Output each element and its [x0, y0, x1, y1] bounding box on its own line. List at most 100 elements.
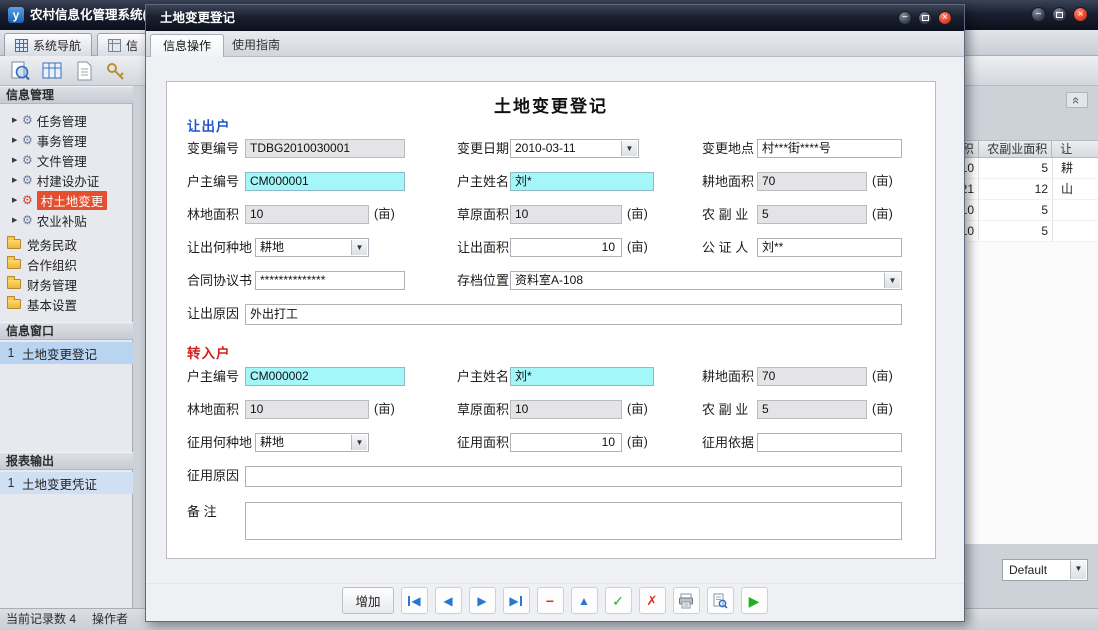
- close-button[interactable]: ×: [1073, 7, 1088, 22]
- column-header[interactable]: 让: [1051, 141, 1098, 157]
- sidebar-item-task-mgmt[interactable]: ▶ ⚙ 任务管理: [0, 110, 133, 130]
- sidebar-item-basic-settings[interactable]: 基本设置: [0, 294, 133, 314]
- form-title: 土地变更登记: [167, 92, 935, 117]
- post-record-button[interactable]: ✓: [605, 587, 632, 614]
- sidebar-item-coop-org[interactable]: 合作组织: [0, 254, 133, 274]
- sidebar-item-label: 事务管理: [37, 131, 87, 150]
- gear-icon: ⚙: [22, 214, 33, 226]
- chevron-down-icon[interactable]: ▼: [351, 240, 367, 255]
- main-window-title: 农村信息化管理系统(主: [30, 0, 159, 30]
- child-titlebar[interactable]: 土地变更登记 − ×: [146, 5, 964, 31]
- minimize-icon: −: [902, 13, 908, 23]
- chevron-down-icon[interactable]: ▼: [621, 141, 637, 156]
- note-field[interactable]: [245, 502, 902, 540]
- sidebar-header-info-window[interactable]: 信息窗口: [0, 322, 133, 340]
- record-count-text: 当前记录数 4: [6, 609, 76, 630]
- tab-user-guide[interactable]: 使用指南: [220, 34, 292, 57]
- notary-field[interactable]: 刘**: [757, 238, 902, 257]
- sidebar-item-label: 财务管理: [27, 275, 77, 294]
- unit-mu: (亩): [374, 205, 395, 224]
- grid-icon: [108, 39, 121, 52]
- sidebar-item-finance-mgmt[interactable]: 财务管理: [0, 274, 133, 294]
- next-record-button[interactable]: ▶: [469, 587, 496, 614]
- first-record-button[interactable]: ◀: [401, 587, 428, 614]
- chevron-down-icon[interactable]: ▼: [884, 273, 900, 288]
- archive-select[interactable]: 资料室A-108 ▼: [510, 271, 902, 290]
- section-title-transfer-out: 让出户: [187, 115, 231, 135]
- out-land-kind-select[interactable]: 耕地 ▼: [255, 238, 369, 257]
- in-owner-id-label: 户主编号: [187, 367, 239, 386]
- contract-label: 合同协议书: [187, 271, 252, 290]
- tab-system-nav[interactable]: 系统导航: [4, 33, 92, 56]
- in-land-kind-label: 征用何种地: [187, 433, 252, 452]
- tree-arrow-icon: ▶: [12, 176, 22, 184]
- folder-icon: [7, 239, 21, 249]
- main-window-controls: − ×: [1031, 7, 1088, 22]
- out-reason-field[interactable]: 外出打工: [245, 304, 902, 325]
- column-header[interactable]: 农副业面积: [978, 141, 1052, 157]
- tree-arrow-icon: ▶: [12, 136, 22, 144]
- child-minimize-button[interactable]: −: [898, 11, 912, 25]
- prior-record-button[interactable]: ◀: [435, 587, 462, 614]
- unit-mu: (亩): [872, 172, 893, 191]
- chevron-down-icon[interactable]: ▼: [351, 435, 367, 450]
- out-grass-area-label: 草原面积: [457, 205, 509, 224]
- select-value: Default: [1009, 563, 1047, 577]
- last-record-button[interactable]: ▶: [503, 587, 530, 614]
- out-land-kind-label: 让出何种地: [187, 238, 252, 257]
- cancel-record-button[interactable]: ✗: [639, 587, 666, 614]
- in-basis-field[interactable]: [757, 433, 902, 452]
- tree-arrow-icon: ▶: [12, 216, 22, 224]
- in-land-kind-select[interactable]: 耕地 ▼: [255, 433, 369, 452]
- collapse-icon: «: [1070, 96, 1083, 103]
- table-cell: [1052, 200, 1098, 220]
- maximize-button[interactable]: [1052, 7, 1067, 22]
- out-area-field[interactable]: 10: [510, 238, 622, 257]
- chevron-down-icon[interactable]: ▼: [1070, 561, 1086, 579]
- in-owner-id-field[interactable]: CM000002: [245, 367, 405, 386]
- in-owner-name-field[interactable]: 刘*: [510, 367, 654, 386]
- print-button[interactable]: [673, 587, 700, 614]
- in-forest-area-field: 10: [245, 400, 369, 419]
- preview-button[interactable]: [707, 587, 734, 614]
- table-icon[interactable]: [40, 59, 64, 83]
- sidebar-item-village-permit[interactable]: ▶ ⚙ 村建设办证: [0, 170, 133, 190]
- sidebar-item-party-civil[interactable]: 党务民政: [0, 234, 133, 254]
- out-reason-label: 让出原因: [187, 304, 239, 323]
- archive-label: 存档位置: [457, 271, 509, 290]
- tab-info-operation[interactable]: 信息操作: [150, 34, 224, 57]
- collapse-panel-button[interactable]: «: [1066, 92, 1088, 108]
- sidebar-item-agri-subsidy[interactable]: ▶ ⚙ 农业补贴: [0, 210, 133, 230]
- execute-button[interactable]: ▶: [741, 587, 768, 614]
- child-tab-bar: 信息操作 使用指南: [146, 31, 964, 57]
- child-maximize-button[interactable]: [918, 11, 932, 25]
- change-date-value: 2010-03-11: [515, 141, 576, 155]
- sidebar-header-info-mgmt[interactable]: 信息管理: [0, 86, 133, 104]
- contract-field[interactable]: **************: [255, 271, 405, 290]
- out-owner-name-field[interactable]: 刘*: [510, 172, 654, 191]
- sidebar-item-label: 合作组织: [27, 255, 77, 274]
- edit-record-button[interactable]: ▲: [571, 587, 598, 614]
- change-date-select[interactable]: 2010-03-11 ▼: [510, 139, 639, 158]
- report-item-land-change-cert[interactable]: 1 土地变更凭证: [0, 472, 133, 494]
- preview-magnifier-icon: [712, 593, 728, 609]
- gear-icon: ⚙: [22, 134, 33, 146]
- add-record-button[interactable]: 增加: [342, 587, 393, 614]
- info-window-item-land-change[interactable]: 1 土地变更登记: [0, 342, 133, 364]
- in-area-field[interactable]: 10: [510, 433, 622, 452]
- document-icon[interactable]: [72, 59, 96, 83]
- in-farm-area-field: 70: [757, 367, 867, 386]
- sidebar-header-report-output[interactable]: 报表输出: [0, 452, 133, 470]
- out-owner-id-field[interactable]: CM000001: [245, 172, 405, 191]
- minimize-button[interactable]: −: [1031, 7, 1046, 22]
- sidebar-item-land-change[interactable]: ▶ ⚙ 村土地变更: [0, 190, 133, 210]
- change-place-field[interactable]: 村***街****号: [757, 139, 902, 158]
- default-style-select[interactable]: Default ▼: [1002, 559, 1088, 581]
- sidebar-item-affair-mgmt[interactable]: ▶ ⚙ 事务管理: [0, 130, 133, 150]
- search-icon[interactable]: [8, 59, 32, 83]
- delete-record-button[interactable]: −: [537, 587, 564, 614]
- child-close-button[interactable]: ×: [938, 11, 952, 25]
- in-reason-field[interactable]: [245, 466, 902, 487]
- key-icon[interactable]: [104, 59, 128, 83]
- sidebar-item-file-mgmt[interactable]: ▶ ⚙ 文件管理: [0, 150, 133, 170]
